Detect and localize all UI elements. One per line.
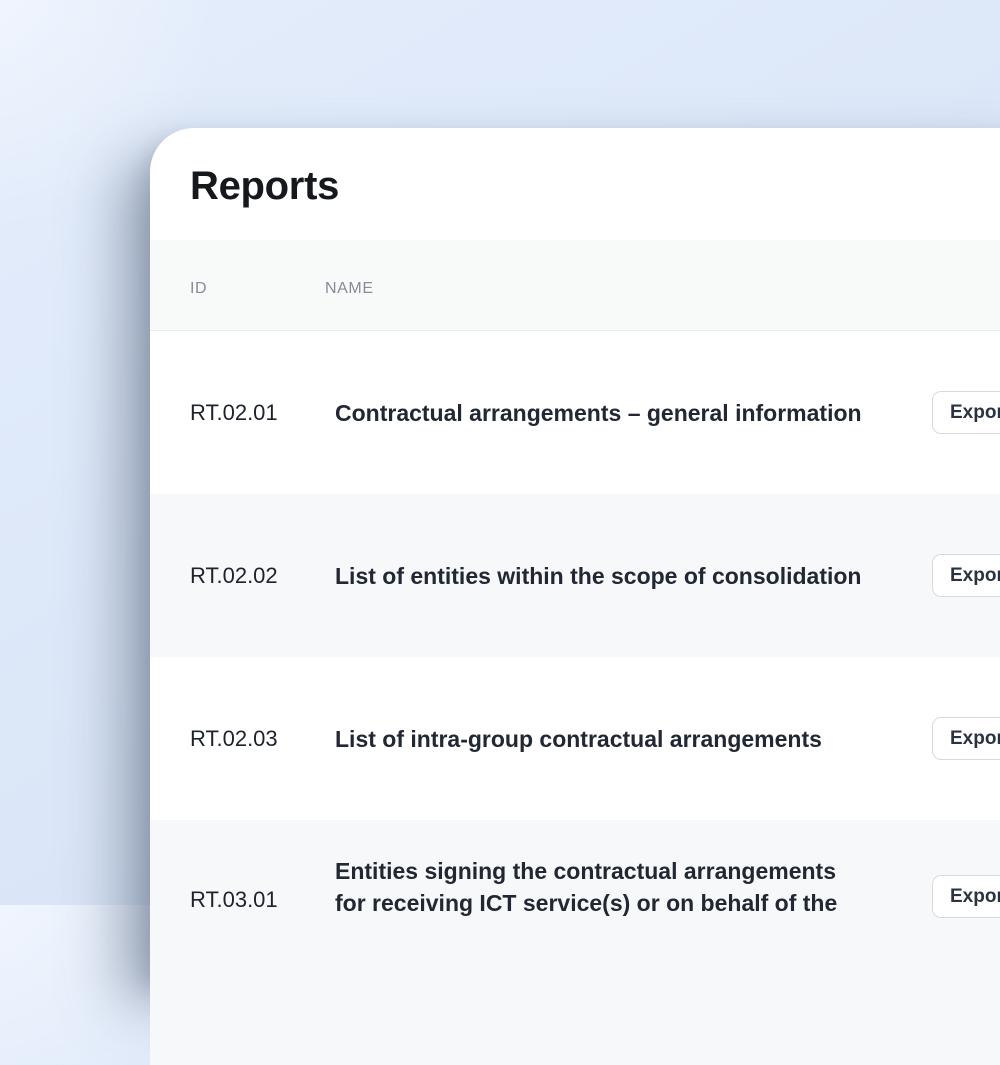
row-name-line: for receiving ICT service(s) or on behal… — [335, 887, 915, 919]
table-header-row: ID NAME — [150, 240, 1000, 331]
column-header-id: ID — [190, 280, 325, 298]
export-button[interactable]: Export — [932, 875, 1000, 918]
row-id: RT.02.01 — [190, 400, 325, 426]
row-name: Contractual arrangements – general infor… — [325, 397, 915, 429]
table-row: RT.02.01 Contractual arrangements – gener… — [150, 331, 1000, 494]
row-name-line: Entities signing the contractual arrange… — [335, 855, 915, 887]
row-name-line: List of entities within the scope of con… — [335, 560, 915, 592]
table-row: RT.02.03 List of intra-group contractual … — [150, 657, 1000, 820]
export-button[interactable]: Export — [932, 391, 1000, 434]
export-button[interactable]: Export — [932, 717, 1000, 760]
row-name: Entities signing the contractual arrange… — [325, 855, 915, 919]
report-rows: RT.02.01 Contractual arrangements – gener… — [150, 331, 1000, 1065]
export-button[interactable]: Export — [932, 554, 1000, 597]
row-name: List of entities within the scope of con… — [325, 560, 915, 592]
row-name: List of intra-group contractual arrangem… — [325, 723, 915, 755]
column-header-name: NAME — [325, 280, 374, 298]
page-title: Reports — [190, 164, 339, 208]
row-name-line: Contractual arrangements – general infor… — [335, 397, 915, 429]
table-row: RT.02.02 List of entities within the scop… — [150, 494, 1000, 657]
reports-card: Reports ID NAME RT.02.01 Contractual arra… — [150, 128, 1000, 978]
row-id: RT.02.03 — [190, 726, 325, 752]
table-row: RT.03.01 Entities signing the contractual… — [150, 820, 1000, 1065]
row-name-line: List of intra-group contractual arrangem… — [335, 723, 915, 755]
row-id: RT.02.02 — [190, 563, 325, 589]
row-id: RT.03.01 — [190, 887, 325, 913]
